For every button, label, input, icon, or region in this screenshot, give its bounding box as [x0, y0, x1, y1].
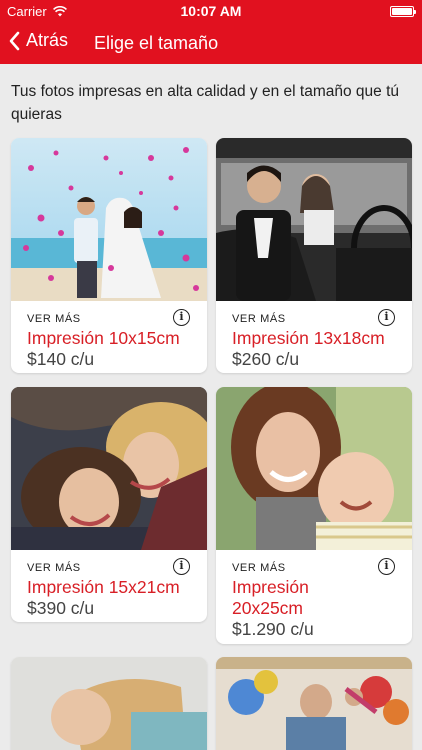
two-women-lying-photo	[11, 387, 207, 550]
woman-smiling-photo	[11, 657, 207, 750]
info-icon[interactable]: i	[173, 558, 190, 575]
back-label: Atrás	[26, 30, 69, 50]
product-title: Impresión 10x15cm	[27, 328, 180, 348]
mother-and-baby-photo	[216, 387, 412, 550]
product-card-15x21[interactable]: VER MÁS i Impresión 15x21cm $390 c/u	[11, 387, 207, 622]
app-header: Carrier 10:07 AM Atrás Elige el tamaño	[0, 0, 422, 64]
product-title: Impresión 15x21cm	[27, 577, 180, 597]
product-price: $260 c/u	[232, 349, 300, 369]
product-price: $140 c/u	[27, 349, 95, 369]
page-title: Elige el tamaño	[94, 33, 219, 53]
ver-mas-label[interactable]: VER MÁS	[27, 313, 191, 325]
product-title: Impresión 20x25cm	[232, 577, 396, 619]
battery-icon	[390, 6, 416, 17]
status-time: 10:07 AM	[180, 3, 242, 19]
info-icon[interactable]: i	[378, 309, 395, 326]
product-title-line1: Impresión	[232, 577, 309, 597]
info-icon[interactable]: i	[378, 558, 395, 575]
product-price: $1.290 c/u	[232, 619, 314, 639]
info-icon[interactable]: i	[173, 309, 190, 326]
product-title-line2: 20x25cm	[232, 598, 304, 618]
ver-mas-label[interactable]: VER MÁS	[27, 562, 191, 574]
intro-text: Tus fotos impresas en alta calidad y en …	[11, 83, 400, 123]
nav-bar: Atrás Elige el tamaño	[0, 22, 422, 64]
card-info: VER MÁS i Impresión 15x21cm $390 c/u	[11, 550, 207, 619]
product-title: Impresión 13x18cm	[232, 328, 385, 348]
party-balloons-photo	[216, 657, 412, 750]
back-button[interactable]: Atrás	[8, 30, 68, 51]
card-info: VER MÁS i Impresión 20x25cm $1.290 c/u	[216, 550, 412, 640]
wedding-couple-beach-photo	[11, 138, 207, 301]
product-card-20x25[interactable]: VER MÁS i Impresión 20x25cm $1.290 c/u	[216, 387, 412, 644]
chevron-left-icon	[9, 31, 20, 50]
card-info: VER MÁS i Impresión 13x18cm $260 c/u	[216, 301, 412, 370]
ver-mas-label[interactable]: VER MÁS	[232, 562, 396, 574]
card-info: VER MÁS i Impresión 10x15cm $140 c/u	[11, 301, 207, 370]
product-card-13x18[interactable]: VER MÁS i Impresión 13x18cm $260 c/u	[216, 138, 412, 373]
product-card-10x15[interactable]: VER MÁS i Impresión 10x15cm $140 c/u	[11, 138, 207, 373]
product-card-5[interactable]	[11, 657, 207, 750]
couple-in-car-photo	[216, 138, 412, 301]
status-bar: Carrier 10:07 AM	[0, 0, 422, 22]
product-price: $390 c/u	[27, 598, 95, 618]
ver-mas-label[interactable]: VER MÁS	[232, 313, 396, 325]
product-card-6[interactable]	[216, 657, 412, 750]
